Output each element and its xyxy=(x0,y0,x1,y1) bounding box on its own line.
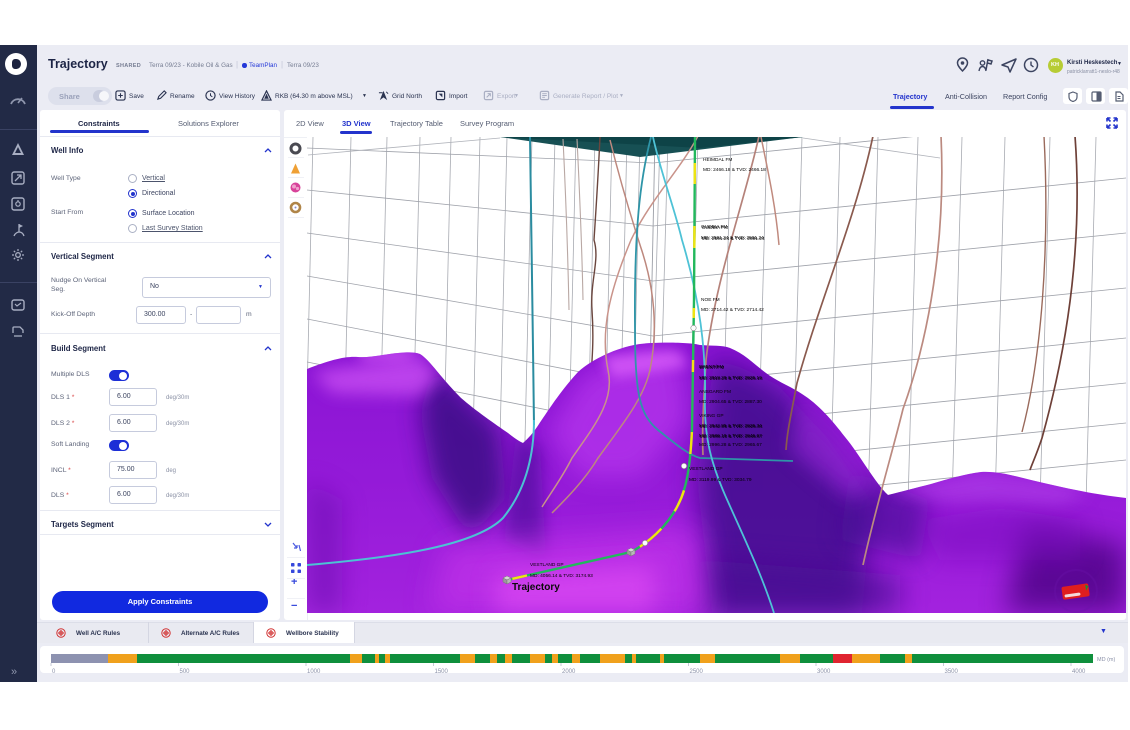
svg-text:VESTLAND GP: VESTLAND GP xyxy=(530,562,564,568)
svg-text:MD: 2996.28 & TVD: 2965.67: MD: 2996.28 & TVD: 2965.67 xyxy=(699,442,762,448)
svg-text:2000: 2000 xyxy=(562,669,576,675)
svg-text:0: 0 xyxy=(52,669,56,675)
svg-text:GUDBIA FM: GUDBIA FM xyxy=(702,225,728,231)
svg-text:500: 500 xyxy=(180,669,191,675)
svg-text:VIKING GP: VIKING GP xyxy=(699,413,724,419)
svg-text:1500: 1500 xyxy=(435,669,449,675)
svg-text:3500: 3500 xyxy=(945,669,959,675)
svg-text:MD: 2986.18 & TVD: 2945.67: MD: 2986.18 & TVD: 2945.67 xyxy=(700,434,763,440)
svg-text:MD: 2591.24 & TVD: 2591.24: MD: 2591.24 & TVD: 2591.24 xyxy=(702,236,765,242)
svg-text:1000: 1000 xyxy=(307,669,321,675)
svg-text:MD: 4056.14 & TVD: 3174.93: MD: 4056.14 & TVD: 3174.93 xyxy=(530,573,593,579)
svg-text:MD: 2714.42 & TVD: 2714.42: MD: 2714.42 & TVD: 2714.42 xyxy=(701,307,764,313)
svg-text:MD: 2818.28 & TVD: 2925.16: MD: 2818.28 & TVD: 2925.16 xyxy=(700,376,763,382)
svg-text:MD: 2466.18 & TVD: 2466.18: MD: 2466.18 & TVD: 2466.18 xyxy=(703,167,766,173)
svg-text:Trajectory: Trajectory xyxy=(512,582,560,593)
svg-text:BRENT/FM: BRENT/FM xyxy=(700,365,725,371)
svg-text:ANSGARD FM: ANSGARD FM xyxy=(699,389,731,395)
svg-text:3000: 3000 xyxy=(817,669,831,675)
svg-text:HEIMDAL FM: HEIMDAL FM xyxy=(703,157,732,163)
svg-text:MD: 2942.85 & TVD: 2925.34: MD: 2942.85 & TVD: 2925.34 xyxy=(700,424,763,430)
svg-text:2500: 2500 xyxy=(690,669,704,675)
svg-text:MD: 2904.65 & TVD: 2887.30: MD: 2904.65 & TVD: 2887.30 xyxy=(699,399,762,405)
svg-text:VESTLAND GP: VESTLAND GP xyxy=(689,466,723,472)
svg-text:MD: 3119.99 & TVD: 3034.79: MD: 3119.99 & TVD: 3034.79 xyxy=(689,477,752,483)
svg-text:MD (m): MD (m) xyxy=(1097,657,1115,663)
svg-text:4000: 4000 xyxy=(1072,669,1086,675)
svg-text:NOE FM: NOE FM xyxy=(701,297,720,303)
